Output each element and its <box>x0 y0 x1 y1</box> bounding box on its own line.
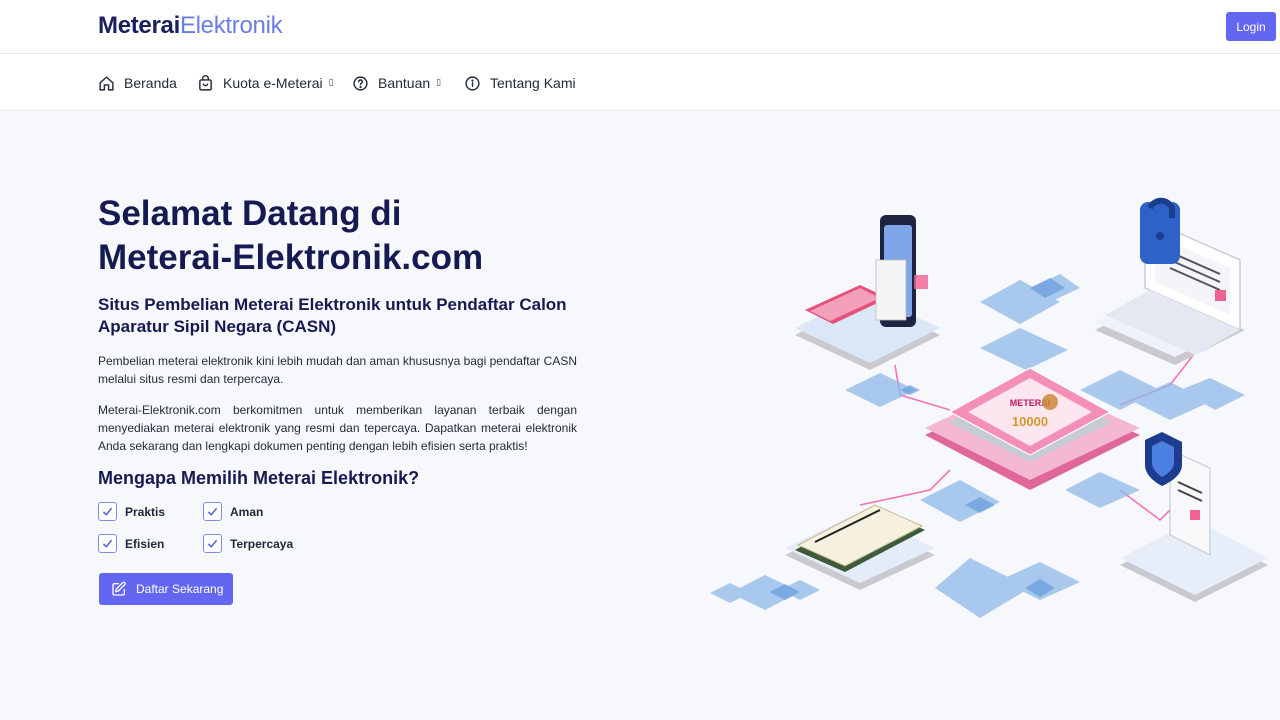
page-title: Selamat Datang di Meterai-Elektronik.com <box>98 192 618 280</box>
benefit-item: Terpercaya <box>203 534 293 553</box>
e-stamp-illustration: METERAI 10000 <box>710 197 1268 618</box>
checkbox-icon <box>98 502 117 521</box>
nav-label: Beranda <box>124 75 177 91</box>
edit-icon <box>112 581 126 596</box>
home-icon <box>99 75 114 91</box>
cta-label: Daftar Sekarang <box>136 582 224 596</box>
payment-platform <box>795 215 940 370</box>
chevron-down-icon: ▯ <box>436 78 442 88</box>
nav-item-kuota[interactable]: Kuota e-Meterai ▯ <box>197 72 334 94</box>
benefit-item: Efisien <box>98 534 164 553</box>
register-now-button[interactable]: Daftar Sekarang <box>99 573 233 605</box>
nav-item-beranda[interactable]: Beranda <box>98 72 177 94</box>
nav-label: Tentang Kami <box>490 75 576 91</box>
login-button[interactable]: Login <box>1226 12 1276 41</box>
logo-text-bold: Meterai <box>98 12 180 39</box>
top-bar: MeteraiElektronik Login <box>0 0 1280 54</box>
logo-text-light: Elektronik <box>179 12 283 39</box>
benefit-item: Aman <box>203 502 263 521</box>
hero-subtitle: Situs Pembelian Meterai Elektronik untuk… <box>98 295 567 336</box>
nav-item-tentang-kami[interactable]: Tentang Kami <box>464 72 576 94</box>
nav-label: Kuota e-Meterai <box>223 75 323 91</box>
commitment-paragraph: Meterai-Elektronik.com berkomitmen untuk… <box>98 403 577 453</box>
help-circle-icon <box>353 75 368 91</box>
intro-paragraph: Pembelian meterai elektronik kini lebih … <box>98 354 577 386</box>
benefit-label: Aman <box>230 504 264 519</box>
title-line-2: Meterai-Elektronik.com <box>98 238 484 277</box>
cheque-platform <box>785 504 935 590</box>
laptop-platform <box>1095 197 1245 365</box>
benefit-label: Terpercaya <box>230 536 294 551</box>
info-circle-icon <box>465 75 480 91</box>
benefit-label: Efisien <box>125 536 165 551</box>
checkbox-icon <box>203 502 222 521</box>
shield-platform <box>1120 432 1268 602</box>
checkbox-icon <box>98 534 117 553</box>
checkbox-icon <box>203 534 222 553</box>
chevron-down-icon: ▯ <box>328 78 334 88</box>
nav-label: Bantuan <box>378 75 431 91</box>
site-logo[interactable]: MeteraiElektronik <box>98 12 283 40</box>
bag-icon <box>199 74 212 91</box>
title-line-1: Selamat Datang di <box>98 194 402 233</box>
benefit-label: Praktis <box>125 504 166 519</box>
why-heading: Mengapa Memilih Meterai Elektronik? <box>98 468 420 488</box>
nav-item-bantuan[interactable]: Bantuan ▯ <box>352 72 441 94</box>
stamp-value: 10000 <box>1012 414 1048 429</box>
benefit-item: Praktis <box>98 502 165 521</box>
main-nav: Beranda Kuota e-Meterai ▯ Bantuan ▯ Tent… <box>0 54 1280 111</box>
